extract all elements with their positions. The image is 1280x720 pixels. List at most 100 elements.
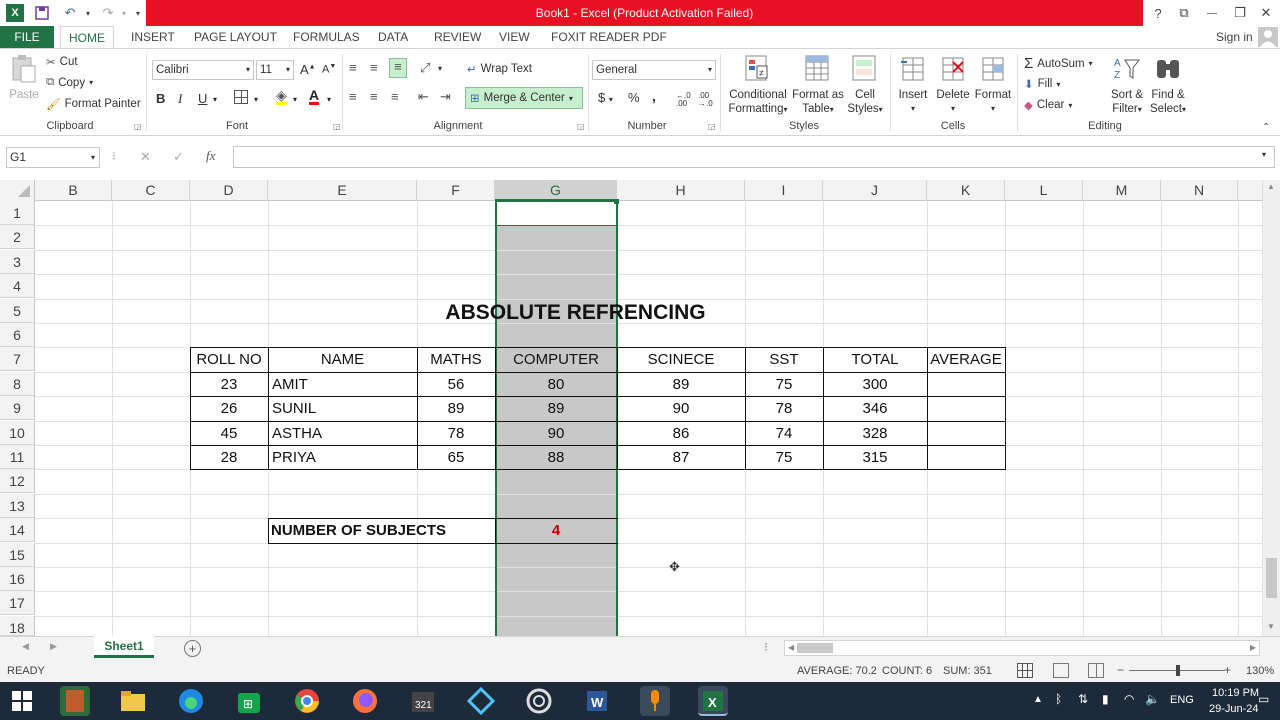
table-header-cell[interactable]: COMPUTER xyxy=(496,348,616,371)
table-border-h xyxy=(190,347,1006,348)
next-sheet-icon[interactable]: ▶ xyxy=(50,641,57,652)
table-cell[interactable]: 90 xyxy=(618,397,744,420)
table-cell[interactable] xyxy=(928,422,1004,445)
table-cell[interactable] xyxy=(928,397,1004,420)
page-layout-view-icon[interactable] xyxy=(1053,663,1069,678)
table-cell[interactable]: 23 xyxy=(191,373,267,396)
svg-text:X: X xyxy=(708,695,717,710)
add-sheet-button[interactable]: + xyxy=(184,640,201,657)
show-hidden-icons-icon[interactable]: ▲ xyxy=(1033,694,1043,705)
table-header-cell[interactable]: ROLL NO xyxy=(191,348,267,371)
number-of-subjects-value[interactable]: 4 xyxy=(495,519,617,542)
horizontal-scroll-thumb[interactable] xyxy=(797,643,833,653)
zoom-out-button[interactable]: − xyxy=(1117,663,1124,677)
table-cell[interactable]: 328 xyxy=(824,422,926,445)
table-header-cell[interactable]: AVERAGE xyxy=(928,348,1004,371)
table-cell[interactable]: 26 xyxy=(191,397,267,420)
table-border-v xyxy=(268,347,269,470)
table-cell[interactable]: 89 xyxy=(618,373,744,396)
network-icon[interactable]: ⇅ xyxy=(1078,692,1088,706)
vertical-scrollbar[interactable]: ▲ ▼ xyxy=(1262,180,1280,636)
table-cell[interactable]: 80 xyxy=(496,373,616,396)
table-cell[interactable]: 300 xyxy=(824,373,926,396)
table-cell[interactable]: AMIT xyxy=(269,373,416,396)
table-cell[interactable]: 74 xyxy=(746,422,822,445)
table-cell[interactable]: 315 xyxy=(824,446,926,469)
battery-icon[interactable]: ▮ xyxy=(1102,692,1109,706)
table-header-cell[interactable]: NAME xyxy=(269,348,416,371)
word-app-icon[interactable]: W xyxy=(582,686,612,716)
bluetooth-icon[interactable]: ᛒ xyxy=(1055,692,1062,706)
table-cell[interactable]: 90 xyxy=(496,422,616,445)
prev-sheet-icon[interactable]: ◀ xyxy=(22,641,29,652)
edge-browser-icon[interactable] xyxy=(176,686,206,716)
language-indicator[interactable]: ENG xyxy=(1170,694,1194,706)
video-editor-icon[interactable]: 321 xyxy=(408,686,438,716)
zoom-in-button[interactable]: + xyxy=(1224,663,1231,677)
scroll-down-icon[interactable]: ▼ xyxy=(1267,622,1275,631)
table-cell[interactable]: 56 xyxy=(418,373,494,396)
table-cell[interactable]: 89 xyxy=(418,397,494,420)
notification-icon[interactable]: ▭ xyxy=(1258,692,1269,706)
table-cell[interactable]: 78 xyxy=(746,397,822,420)
cell-cursor-icon: ✥ xyxy=(669,559,680,574)
table-border-h xyxy=(190,445,1006,446)
table-border-v xyxy=(927,347,928,470)
table-header-cell[interactable]: SST xyxy=(746,348,822,371)
file-explorer-icon[interactable] xyxy=(118,686,148,716)
table-border-v xyxy=(495,347,496,470)
taskbar-date[interactable]: 29-Jun-24 xyxy=(1209,703,1259,715)
table-cell[interactable] xyxy=(928,373,1004,396)
table-cell[interactable]: 346 xyxy=(824,397,926,420)
table-header-cell[interactable]: MATHS xyxy=(418,348,494,371)
horizontal-scrollbar[interactable]: ◀ ▶ xyxy=(784,640,1260,656)
table-cell[interactable]: 78 xyxy=(418,422,494,445)
table-cell[interactable]: 86 xyxy=(618,422,744,445)
wifi-icon[interactable]: ◠ xyxy=(1124,692,1134,706)
subjects-border-mid xyxy=(495,518,496,543)
table-border-h xyxy=(190,469,1006,470)
diamond-app-icon[interactable] xyxy=(466,686,496,716)
taskbar-time[interactable]: 10:19 PM xyxy=(1212,687,1259,699)
firefox-browser-icon[interactable] xyxy=(350,686,380,716)
zoom-slider-thumb[interactable] xyxy=(1176,665,1180,676)
svg-text:321: 321 xyxy=(415,700,432,711)
table-header-cell[interactable]: SCINECE xyxy=(618,348,744,371)
sheet-tab-sheet1[interactable]: Sheet1 xyxy=(94,636,154,658)
status-count: COUNT: 6 xyxy=(882,665,933,677)
normal-view-icon[interactable] xyxy=(1017,663,1033,678)
store-app-icon[interactable]: ⊞ xyxy=(234,686,264,716)
chrome-browser-icon[interactable] xyxy=(292,686,322,716)
table-cell[interactable]: PRIYA xyxy=(269,446,416,469)
zoom-level[interactable]: 130% xyxy=(1246,665,1274,677)
table-cell[interactable]: 89 xyxy=(496,397,616,420)
page-break-view-icon[interactable] xyxy=(1088,663,1104,678)
status-average: AVERAGE: 70.2 xyxy=(797,665,877,677)
scroll-right-icon[interactable]: ▶ xyxy=(1250,643,1256,652)
table-border-v xyxy=(745,347,746,470)
windows-start-icon[interactable] xyxy=(10,689,34,713)
scroll-up-icon[interactable]: ▲ xyxy=(1267,182,1275,191)
table-cell[interactable]: 87 xyxy=(618,446,744,469)
circle-app-icon[interactable] xyxy=(524,686,554,716)
table-cell[interactable]: 88 xyxy=(496,446,616,469)
sheet-title: ABSOLUTE REFRENCING xyxy=(445,301,706,324)
vertical-scroll-thumb[interactable] xyxy=(1266,558,1277,598)
table-cell[interactable] xyxy=(928,446,1004,469)
table-cell[interactable]: SUNIL xyxy=(269,397,416,420)
tab-split-grip-icon[interactable]: ⁝ xyxy=(764,640,768,654)
table-cell[interactable]: ASTHA xyxy=(269,422,416,445)
table-header-cell[interactable]: TOTAL xyxy=(824,348,926,371)
zoom-slider[interactable] xyxy=(1129,665,1225,676)
volume-icon[interactable]: 🔈 xyxy=(1145,692,1160,706)
table-cell[interactable]: 75 xyxy=(746,373,822,396)
recorder-app-icon[interactable] xyxy=(640,686,670,716)
scroll-left-icon[interactable]: ◀ xyxy=(788,643,794,652)
number-of-subjects-label[interactable]: NUMBER OF SUBJECTS xyxy=(271,519,494,542)
table-cell[interactable]: 75 xyxy=(746,446,822,469)
image-app-icon[interactable] xyxy=(60,686,90,716)
table-cell[interactable]: 65 xyxy=(418,446,494,469)
excel-app-icon[interactable]: X xyxy=(698,686,728,716)
table-cell[interactable]: 28 xyxy=(191,446,267,469)
table-cell[interactable]: 45 xyxy=(191,422,267,445)
